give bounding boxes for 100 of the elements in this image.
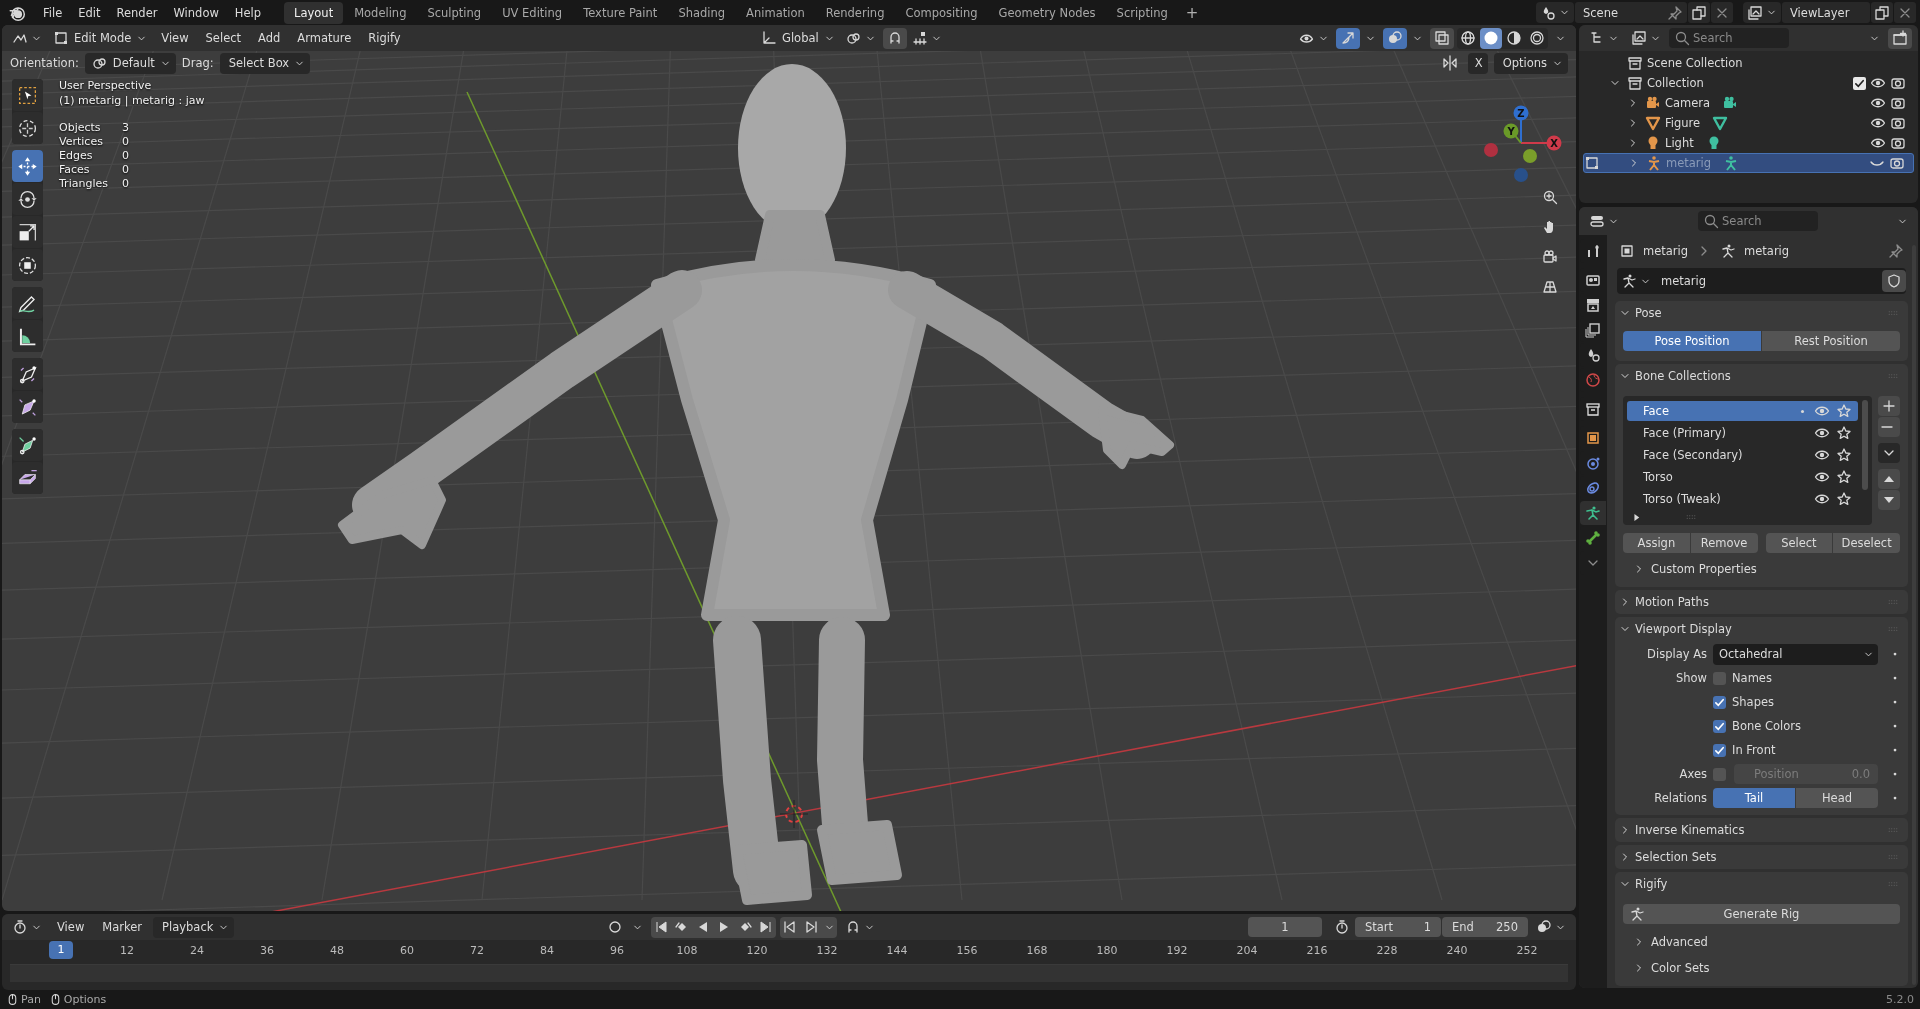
options-dropdown[interactable]: Options: [1493, 52, 1568, 74]
axis-handle[interactable]: X: [1546, 135, 1562, 151]
panel-header[interactable]: Pose: [1619, 306, 1662, 320]
viewport[interactable]: Edit Mode View Select Add Armature Rigify Global Orientation: Default Drag: Select Box X Options User Perspective (1) metarig | metarig : jaw Objects 3 Vertices 0 Edges 0 Faces 0 Triangles 0 Z Y X: [2, 25, 1576, 911]
checkbox-label: Shapes: [1732, 695, 1774, 709]
stat-label: Faces: [59, 163, 91, 176]
workspace-tab[interactable]: Animation: [736, 1, 815, 24]
drag-dropdown[interactable]: Select Box: [219, 52, 311, 74]
list-row[interactable]: Face (Primary): [1627, 423, 1858, 443]
action-button[interactable]: Assign: [1623, 533, 1690, 553]
breadcrumb-item[interactable]: metarig: [1744, 244, 1790, 258]
menu-item[interactable]: Help: [227, 2, 269, 23]
checkbox-label: In Front: [1732, 743, 1776, 757]
frame-number: 156: [955, 943, 979, 957]
frame-number: 180: [1095, 943, 1119, 957]
frame-number: 204: [1235, 943, 1259, 957]
outliner-item-label: metarig: [1666, 156, 1712, 170]
mirror-axis-toggle[interactable]: X: [1467, 52, 1488, 74]
workspace-tab[interactable]: Layout: [284, 1, 344, 24]
frame-number: 216: [1305, 943, 1329, 957]
axis-handle[interactable]: Z: [1513, 105, 1529, 121]
playback-dropdown[interactable]: Playback: [153, 916, 235, 938]
workspace-tab[interactable]: Rendering: [815, 1, 895, 24]
menu-item[interactable]: View: [154, 28, 196, 48]
field-label: Relations: [1653, 791, 1707, 805]
version-text: 5.2.0: [1886, 993, 1914, 1006]
outliner-row[interactable]: Light: [1583, 133, 1914, 153]
outliner-item-label: Collection: [1647, 76, 1704, 90]
view-layer-field[interactable]: ViewLayer: [1782, 2, 1870, 23]
list-row[interactable]: Torso (Tweak): [1627, 489, 1858, 509]
field-label: Display As: [1646, 647, 1707, 661]
outliner-item-label: Light: [1665, 136, 1694, 150]
panel-header[interactable]: Inverse Kinematics: [1619, 823, 1745, 837]
action-button[interactable]: Remove: [1690, 533, 1758, 553]
frame-number: 24: [189, 943, 205, 957]
list-row[interactable]: Face: [1627, 401, 1858, 421]
subpanel-header[interactable]: Advanced: [1623, 930, 1900, 954]
list-row[interactable]: Face (Secondary): [1627, 445, 1858, 465]
workspace-tab[interactable]: Sculpting: [417, 1, 492, 24]
menu-item[interactable]: Add: [251, 28, 288, 48]
panel-header[interactable]: Motion Paths: [1619, 595, 1709, 609]
frame-number: 168: [1025, 943, 1049, 957]
start-frame-field[interactable]: Start 1: [1355, 917, 1441, 937]
panel-header[interactable]: Viewport Display: [1619, 622, 1732, 636]
menu-item[interactable]: View: [50, 917, 92, 937]
action-button[interactable]: Select: [1765, 533, 1833, 553]
axis-handle[interactable]: Y: [1503, 123, 1519, 139]
display-dropdown[interactable]: Octahedral: [1713, 643, 1878, 665]
subpanel-header[interactable]: Color Sets: [1623, 956, 1900, 980]
workspace-tab[interactable]: Scripting: [1106, 1, 1178, 24]
menu-item[interactable]: Select: [198, 28, 249, 48]
menu-item[interactable]: File: [36, 2, 70, 23]
menu-item[interactable]: Edit: [71, 2, 108, 23]
list-row[interactable]: Torso: [1627, 467, 1858, 487]
outliner-row[interactable]: Camera: [1583, 93, 1914, 113]
workspace-tab[interactable]: Geometry Nodes: [988, 1, 1106, 24]
panel-header[interactable]: Rigify: [1619, 877, 1668, 891]
workspace-tab[interactable]: Texture Paint: [573, 1, 668, 24]
playhead[interactable]: 1: [49, 941, 73, 959]
stat-label: Objects: [59, 121, 102, 134]
frame-number: 96: [609, 943, 625, 957]
search-field[interactable]: Search: [1698, 211, 1818, 231]
breadcrumb-item[interactable]: metarig: [1643, 244, 1689, 258]
stat-label: Vertices: [59, 135, 104, 148]
toggle-button[interactable]: Head: [1796, 788, 1878, 808]
panel-header[interactable]: Selection Sets: [1619, 850, 1717, 864]
action-button[interactable]: Deselect: [1833, 533, 1900, 553]
add-workspace-button[interactable]: +: [1178, 0, 1206, 25]
stat-value: 0: [121, 135, 129, 148]
frame-number: 132: [815, 943, 839, 957]
frame-number: 252: [1515, 943, 1539, 957]
orientation-dropdown[interactable]: Default: [84, 52, 176, 74]
end-frame-field[interactable]: End 250: [1442, 917, 1528, 937]
mode-dropdown[interactable]: Edit Mode: [49, 27, 152, 49]
menu-item[interactable]: Render: [109, 2, 165, 23]
panel-header[interactable]: Bone Collections: [1619, 369, 1731, 383]
menu-item[interactable]: Rigify: [361, 28, 408, 48]
status-hint: Pan: [21, 993, 41, 1006]
outliner-item-label: Scene Collection: [1647, 56, 1743, 70]
view-name-text: User Perspective: [59, 79, 153, 92]
toggle-button[interactable]: Tail: [1713, 788, 1795, 808]
workspace-tab[interactable]: Compositing: [895, 1, 988, 24]
workspace-tab[interactable]: Modeling: [344, 1, 417, 24]
outliner-row[interactable]: Figure: [1583, 113, 1914, 133]
stat-value: 3: [121, 121, 129, 134]
subpanel-header[interactable]: Custom Properties: [1623, 557, 1900, 581]
workspace-tab[interactable]: Shading: [668, 1, 736, 24]
toggle-button[interactable]: Rest Position: [1762, 331, 1900, 351]
workspace-tab[interactable]: UV Editing: [492, 1, 573, 24]
toggle-button[interactable]: Pose Position: [1623, 331, 1761, 351]
scene-field[interactable]: Scene: [1575, 2, 1687, 23]
stat-value: 0: [121, 163, 129, 176]
transform-orientation-dropdown[interactable]: Global: [757, 27, 839, 49]
menu-item[interactable]: Window: [166, 2, 226, 23]
menu-item[interactable]: Armature: [290, 28, 359, 48]
current-frame-field[interactable]: 1: [1248, 917, 1322, 937]
generate-button[interactable]: Generate Rig: [1623, 904, 1900, 924]
orientation-label: Orientation:: [10, 56, 79, 70]
menu-item[interactable]: Marker: [95, 917, 150, 937]
search-field[interactable]: Search: [1669, 28, 1789, 48]
